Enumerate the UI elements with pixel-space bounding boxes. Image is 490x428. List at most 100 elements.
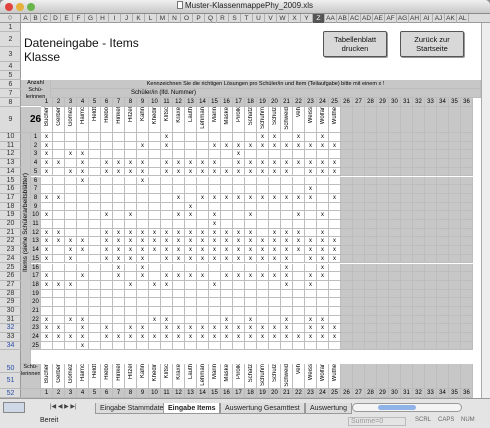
answer-cell[interactable]: x bbox=[233, 333, 245, 342]
answer-cell[interactable] bbox=[101, 289, 113, 299]
answer-cell[interactable]: x bbox=[137, 237, 149, 247]
answer-cell[interactable]: x bbox=[137, 333, 149, 342]
column-header[interactable]: M bbox=[157, 14, 169, 23]
answer-cell[interactable] bbox=[233, 298, 245, 307]
answer-cell[interactable]: x bbox=[281, 193, 293, 203]
answer-cell[interactable] bbox=[209, 185, 221, 194]
row-header[interactable]: 32 bbox=[0, 324, 21, 334]
answer-cell[interactable]: x bbox=[305, 324, 317, 334]
answer-cell[interactable] bbox=[149, 220, 161, 229]
answer-cell[interactable]: x bbox=[233, 150, 245, 160]
answer-cell[interactable]: x bbox=[257, 167, 269, 177]
answer-cell[interactable]: x bbox=[125, 324, 137, 334]
answer-cell[interactable]: x bbox=[41, 246, 53, 255]
answer-cell[interactable]: x bbox=[281, 324, 293, 334]
answer-cell[interactable] bbox=[65, 185, 77, 194]
answer-cell[interactable] bbox=[77, 141, 89, 151]
answer-cell[interactable] bbox=[233, 185, 245, 194]
row-header[interactable]: 9 bbox=[0, 107, 21, 133]
answer-cell[interactable] bbox=[65, 141, 77, 151]
answer-cell[interactable]: x bbox=[53, 159, 65, 168]
column-header[interactable]: AC bbox=[349, 14, 361, 23]
answer-cell[interactable]: x bbox=[101, 324, 113, 334]
answer-cell[interactable]: x bbox=[161, 159, 173, 168]
answer-cell[interactable]: x bbox=[305, 167, 317, 177]
answer-cell[interactable] bbox=[149, 133, 161, 142]
answer-cell[interactable] bbox=[197, 211, 209, 220]
answer-cell[interactable]: x bbox=[305, 280, 317, 290]
answer-cell[interactable]: x bbox=[209, 324, 221, 334]
row-header[interactable]: 27 bbox=[0, 281, 21, 290]
answer-cell[interactable] bbox=[125, 193, 137, 203]
answer-cell[interactable]: x bbox=[269, 237, 281, 247]
answer-cell[interactable]: x bbox=[221, 246, 233, 255]
answer-cell[interactable] bbox=[257, 220, 269, 229]
answer-cell[interactable]: x bbox=[41, 254, 53, 264]
answer-cell[interactable] bbox=[149, 324, 161, 334]
answer-cell[interactable] bbox=[89, 272, 101, 281]
answer-cell[interactable]: x bbox=[77, 333, 89, 342]
answer-cell[interactable]: x bbox=[53, 228, 65, 238]
column-header[interactable]: AD bbox=[361, 14, 373, 23]
answer-cell[interactable] bbox=[245, 341, 257, 351]
answer-cell[interactable]: x bbox=[209, 211, 221, 220]
answer-cell[interactable] bbox=[149, 263, 161, 273]
column-header[interactable]: AG bbox=[397, 14, 409, 23]
answer-cell[interactable]: x bbox=[149, 333, 161, 342]
row-header[interactable]: 21 bbox=[0, 229, 21, 238]
answer-cell[interactable] bbox=[245, 298, 257, 307]
answer-cell[interactable] bbox=[173, 298, 185, 307]
answer-cell[interactable]: x bbox=[101, 159, 113, 168]
answer-cell[interactable] bbox=[305, 150, 317, 160]
answer-cell[interactable] bbox=[65, 324, 77, 334]
answer-cell[interactable] bbox=[197, 141, 209, 151]
answer-cell[interactable]: x bbox=[221, 141, 233, 151]
answer-cell[interactable]: x bbox=[173, 333, 185, 342]
answer-cell[interactable] bbox=[149, 159, 161, 168]
answer-cell[interactable] bbox=[125, 185, 137, 194]
answer-cell[interactable] bbox=[137, 298, 149, 307]
row-header[interactable]: 16 bbox=[0, 185, 21, 194]
answer-cell[interactable]: x bbox=[161, 246, 173, 255]
answer-cell[interactable] bbox=[317, 289, 329, 299]
answer-cell[interactable]: x bbox=[137, 159, 149, 168]
row-header[interactable]: 31 bbox=[0, 316, 21, 325]
answer-cell[interactable]: x bbox=[101, 237, 113, 247]
column-header[interactable]: R bbox=[217, 14, 229, 23]
answer-cell[interactable]: x bbox=[161, 272, 173, 281]
answer-cell[interactable] bbox=[317, 280, 329, 290]
answer-cell[interactable] bbox=[77, 289, 89, 299]
column-header[interactable]: Z bbox=[313, 14, 325, 23]
answer-cell[interactable] bbox=[257, 341, 269, 351]
answer-cell[interactable]: x bbox=[317, 246, 329, 255]
answer-cell[interactable] bbox=[221, 298, 233, 307]
answer-cell[interactable] bbox=[197, 289, 209, 299]
answer-cell[interactable]: x bbox=[305, 237, 317, 247]
answer-cell[interactable] bbox=[245, 263, 257, 273]
answer-cell[interactable]: x bbox=[77, 324, 89, 334]
answer-cell[interactable] bbox=[137, 133, 149, 142]
answer-cell[interactable] bbox=[317, 176, 329, 186]
answer-cell[interactable] bbox=[149, 185, 161, 194]
answer-cell[interactable] bbox=[305, 202, 317, 212]
answer-cell[interactable]: x bbox=[77, 176, 89, 186]
answer-cell[interactable]: x bbox=[293, 193, 305, 203]
answer-cell[interactable] bbox=[53, 263, 65, 273]
answer-cell[interactable]: x bbox=[161, 315, 173, 325]
answer-cell[interactable]: x bbox=[53, 333, 65, 342]
answer-cell[interactable] bbox=[137, 289, 149, 299]
answer-cell[interactable] bbox=[281, 211, 293, 220]
row-header[interactable]: 30 bbox=[0, 307, 21, 316]
answer-cell[interactable]: x bbox=[221, 272, 233, 281]
answer-cell[interactable]: x bbox=[245, 211, 257, 220]
answer-cell[interactable] bbox=[245, 307, 257, 316]
answer-cell[interactable] bbox=[41, 298, 53, 307]
answer-cell[interactable] bbox=[53, 289, 65, 299]
column-header[interactable]: F bbox=[73, 14, 85, 23]
answer-cell[interactable] bbox=[293, 298, 305, 307]
answer-cell[interactable]: x bbox=[221, 324, 233, 334]
answer-cell[interactable] bbox=[197, 150, 209, 160]
answer-cell[interactable] bbox=[245, 280, 257, 290]
answer-cell[interactable] bbox=[53, 246, 65, 255]
answer-cell[interactable]: x bbox=[209, 193, 221, 203]
